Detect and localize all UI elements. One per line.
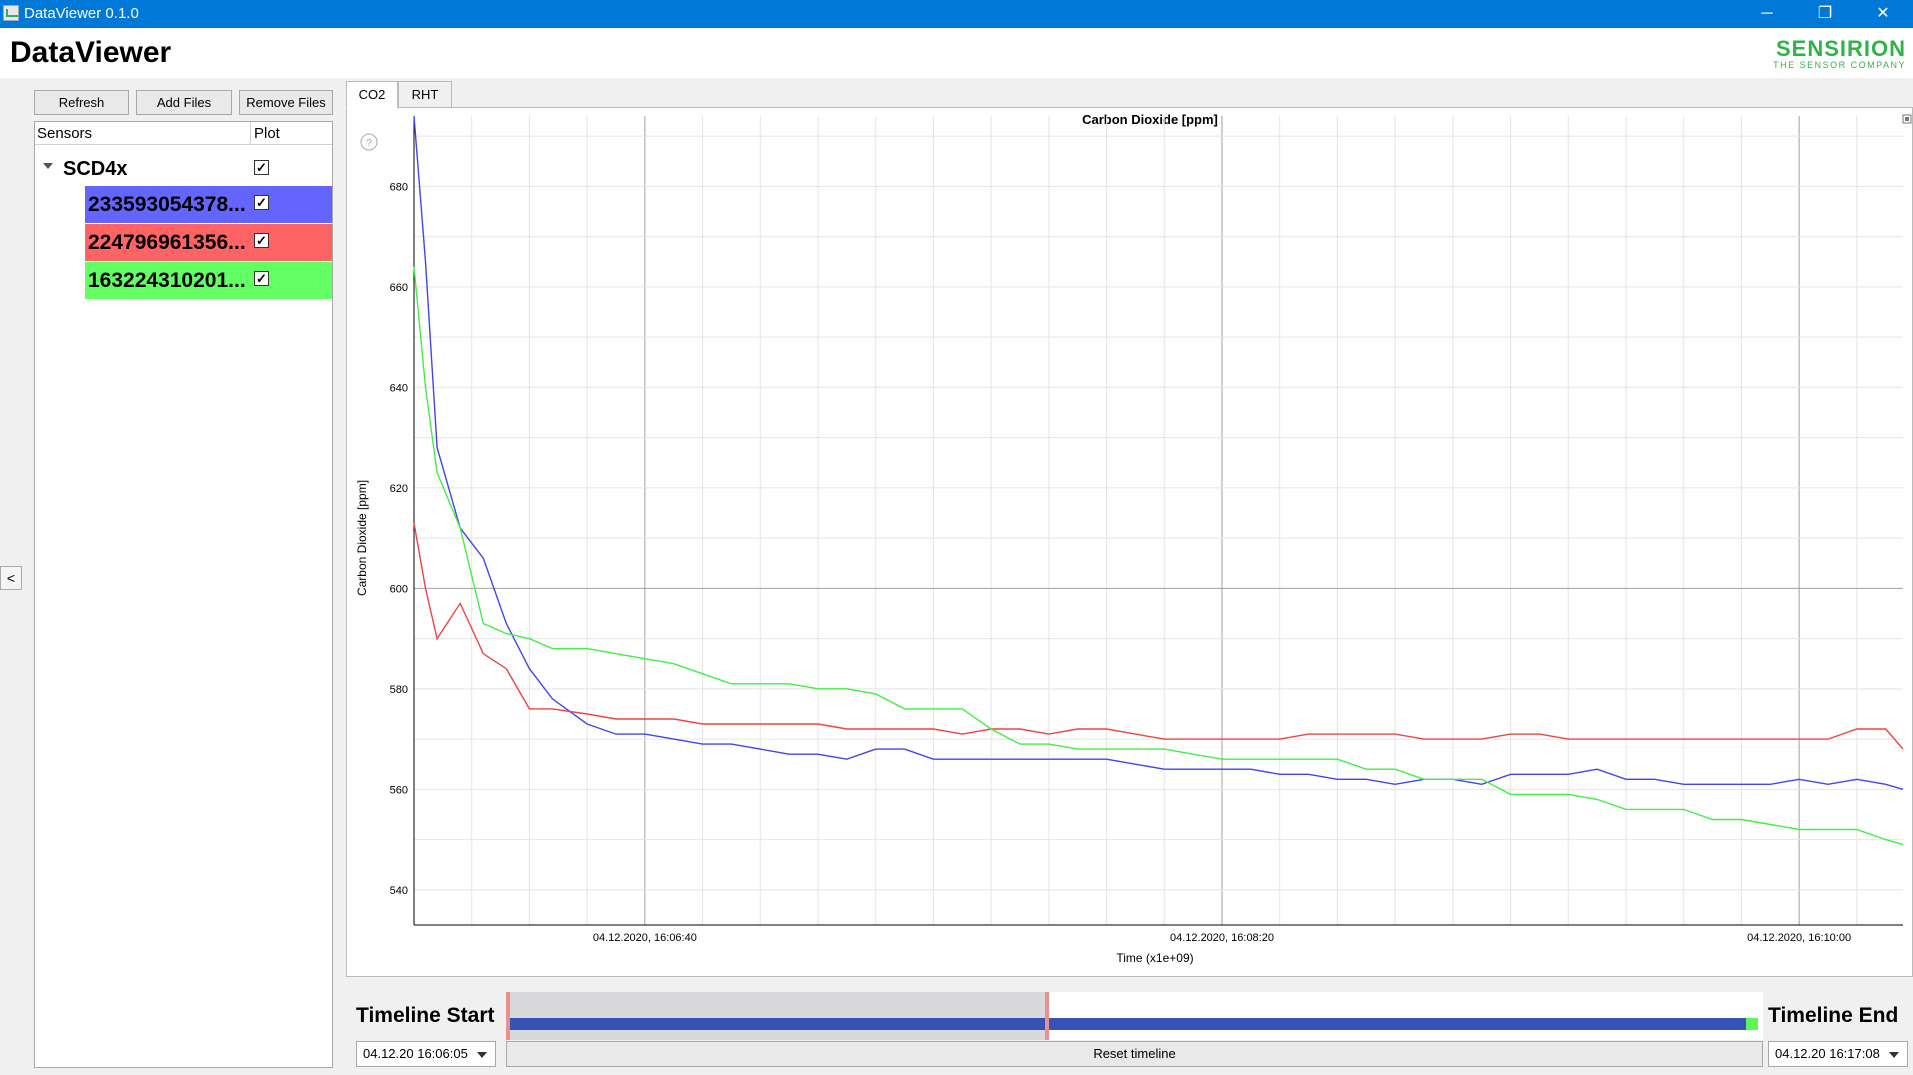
column-divider[interactable] — [250, 122, 251, 145]
x-tick-label: 04.12.2020, 16:10:00 — [1747, 932, 1851, 944]
timeline-end-marker — [1746, 1018, 1758, 1030]
minimize-button[interactable]: ─ — [1738, 0, 1796, 28]
app-header: DataViewer SENSIRION THE SENSOR COMPANY — [0, 28, 1913, 78]
window-title: DataViewer 0.1.0 — [24, 5, 139, 22]
tab-rht[interactable]: RHT — [398, 81, 452, 109]
window-title-bar: DataViewer 0.1.0 ─ ❐ ✕ — [0, 0, 1913, 28]
y-tick-label: 660 — [390, 282, 408, 294]
sensor-row[interactable]: 163224310201... ✓ — [85, 262, 332, 299]
y-tick-label: 620 — [390, 483, 408, 495]
chevron-down-icon — [1889, 1052, 1899, 1058]
expand-chart-icon[interactable] — [1902, 114, 1912, 124]
sensor-label: 163224310201... — [88, 269, 246, 292]
plot-column-header[interactable]: Plot — [254, 125, 280, 142]
y-tick-label: 580 — [390, 684, 408, 696]
help-icon[interactable]: ? — [360, 133, 378, 151]
sensor-row[interactable]: 224796961356... ✓ — [85, 224, 332, 261]
co2-chart[interactable]: Carbon Dioxide [ppm] ? 540 560 580 600 620 64… — [347, 108, 1912, 976]
sensirion-logo: SENSIRION THE SENSOR COMPANY — [1773, 36, 1906, 71]
help-icon-glyph: ? — [366, 138, 372, 150]
app-icon — [3, 5, 19, 21]
sensor-label: 224796961356... — [88, 231, 246, 254]
sensor-row[interactable]: 233593054378... ✓ — [85, 186, 332, 223]
sensor-plot-checkbox[interactable]: ✓ — [254, 233, 269, 248]
x-axis-label: Time (x1e+09) — [1116, 951, 1193, 965]
chevron-down-icon[interactable] — [43, 163, 53, 169]
sensor-label: 233593054378... — [88, 193, 246, 216]
reset-timeline-button[interactable]: Reset timeline — [506, 1041, 1763, 1067]
y-tick-label: 540 — [390, 885, 408, 897]
sensors-column-header[interactable]: Sensors — [37, 125, 92, 142]
chart-marks: 540 560 580 600 620 640 660 680 04.12.2020, 16:0… — [390, 115, 1904, 944]
x-tick-label: 04.12.2020, 16:08:20 — [1170, 932, 1274, 944]
refresh-button[interactable]: Refresh — [34, 90, 129, 115]
timeline-start-value: 04.12.20 16:06:05 — [363, 1046, 468, 1061]
x-tick-label: 04.12.2020, 16:06:40 — [593, 932, 697, 944]
remove-files-button[interactable]: Remove Files — [239, 90, 333, 115]
timeline-end-handle[interactable] — [1044, 992, 1049, 1040]
series-line — [413, 266, 1904, 846]
timeline-end-label: Timeline End — [1768, 1004, 1899, 1027]
maximize-button[interactable]: ❐ — [1796, 0, 1854, 28]
sensor-plot-checkbox[interactable]: ✓ — [254, 195, 269, 210]
sensor-tree-header: Sensors Plot — [35, 122, 332, 145]
y-tick-label: 640 — [390, 382, 408, 394]
app-title: DataViewer — [10, 36, 172, 69]
series-line — [413, 115, 1904, 790]
group-plot-checkbox[interactable]: ✓ — [254, 160, 269, 175]
timeline-end-select[interactable]: 04.12.20 16:17:08 — [1768, 1041, 1908, 1067]
timeline-end-value: 04.12.20 16:17:08 — [1775, 1046, 1880, 1061]
close-button[interactable]: ✕ — [1854, 0, 1912, 28]
y-tick-label: 680 — [390, 181, 408, 193]
timeline-start-label: Timeline Start — [356, 1004, 495, 1027]
y-axis-label: Carbon Dioxide [ppm] — [355, 480, 369, 596]
add-files-button[interactable]: Add Files — [136, 90, 232, 115]
timeline-panel: Timeline Start Timeline End 04.12.20 16:… — [346, 980, 1913, 1075]
timeline-selection[interactable] — [506, 992, 1047, 1040]
series-line — [413, 522, 1904, 750]
chart-grid — [413, 116, 1903, 926]
tab-co2[interactable]: CO2 — [346, 81, 398, 109]
timeline-data-bar — [506, 1018, 1746, 1030]
sensor-tree: Sensors Plot SCD4x ✓ 233593054378... ✓ 2… — [34, 121, 333, 1068]
timeline-slider[interactable] — [506, 992, 1763, 1040]
logo-wordmark: SENSIRION — [1775, 36, 1906, 61]
collapse-sidebar-button[interactable]: < — [0, 566, 22, 590]
sensor-group-scd4x[interactable]: SCD4x ✓ — [35, 153, 332, 187]
sensor-group-name: SCD4x — [63, 158, 128, 180]
chart-title: Carbon Dioxide [ppm] — [1082, 112, 1218, 127]
y-tick-label: 560 — [390, 784, 408, 796]
y-tick-label: 600 — [390, 583, 408, 595]
logo-tagline: THE SENSOR COMPANY — [1773, 60, 1906, 70]
sensor-plot-checkbox[interactable]: ✓ — [254, 271, 269, 286]
chevron-down-icon — [477, 1052, 487, 1058]
timeline-start-select[interactable]: 04.12.20 16:06:05 — [356, 1041, 496, 1067]
timeline-start-handle[interactable] — [506, 992, 510, 1040]
chart-panel: Carbon Dioxide [ppm] ? 540 560 580 600 620 64… — [346, 107, 1913, 977]
